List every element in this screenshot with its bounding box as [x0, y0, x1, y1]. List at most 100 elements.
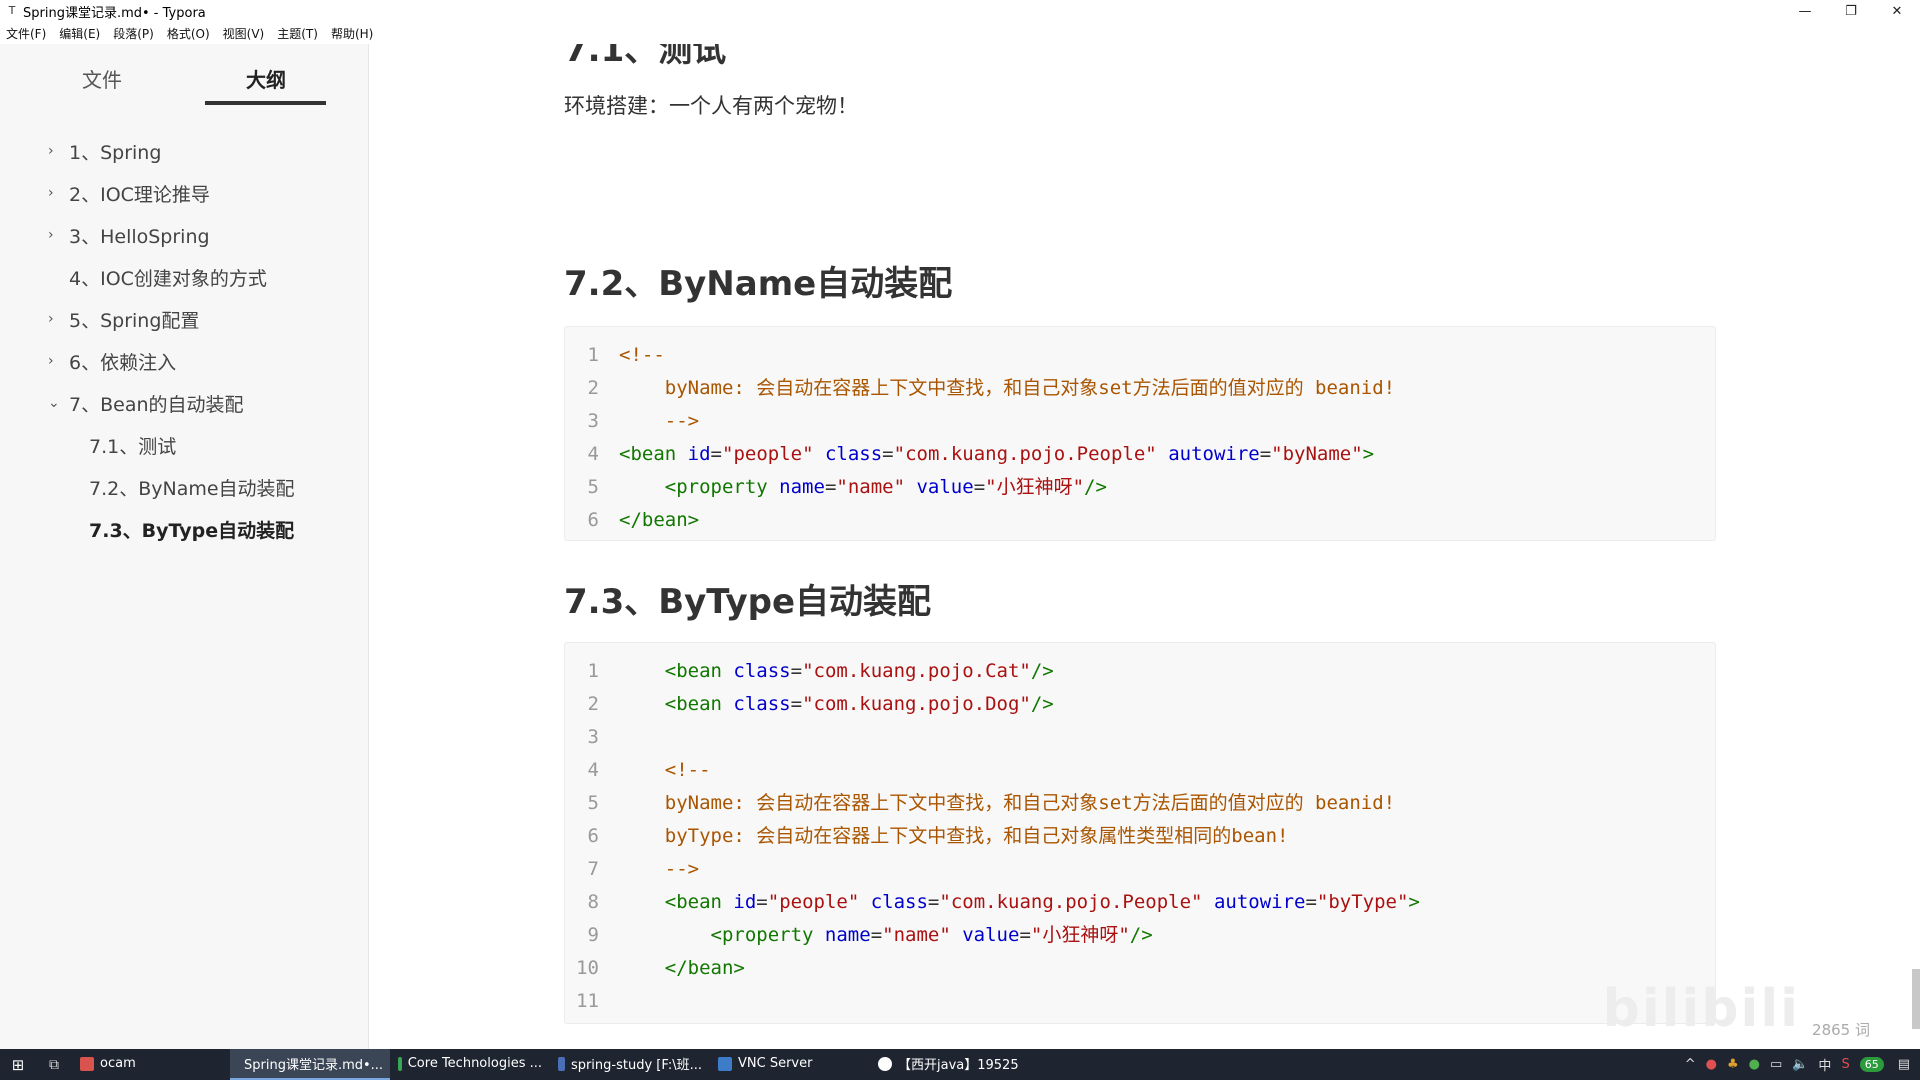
security-icon[interactable]: ● — [1749, 1057, 1760, 1072]
menu-paragraph[interactable]: 段落(P) — [113, 25, 154, 42]
scrollbar-thumb[interactable] — [1912, 969, 1920, 1029]
editor[interactable]: 7.1、测试 环境搭建：一个人有两个宠物！ 7.2、ByName自动装配 1 <!… — [370, 44, 1920, 1049]
menu-theme[interactable]: 主题(T) — [277, 25, 318, 42]
code-text: --> — [619, 853, 699, 886]
code-token: "people" — [767, 891, 860, 913]
taskbar-item-label: ocam — [100, 1056, 136, 1071]
restore-button[interactable]: ❐ — [1828, 0, 1874, 22]
code-line[interactable]: 1 <!-- — [565, 339, 1715, 372]
code-token: <property — [619, 476, 768, 498]
code-text: <!-- — [619, 339, 665, 372]
code-line[interactable]: 5 <property name="name" value="小狂神呀"/> — [565, 471, 1715, 504]
code-token: = — [927, 891, 940, 913]
code-token: <!-- — [619, 759, 711, 781]
menu-file[interactable]: 文件(F) — [6, 25, 46, 42]
taskbar-item-ocam[interactable]: ocam — [72, 1049, 230, 1080]
code-line[interactable]: 10 </bean> — [565, 952, 1715, 985]
system-tray: ^ ● ♣ ● ▭ 🔈 中 S 65 ▤ — [1675, 1049, 1920, 1080]
outline-item-bytype[interactable]: 7.3、ByType自动装配 — [0, 508, 369, 550]
chevron-down-icon[interactable]: ⌄ — [48, 395, 62, 411]
menu-view[interactable]: 视图(V) — [223, 25, 265, 42]
taskbar-item-java-live[interactable]: 【西开java】19525 — [870, 1049, 1030, 1080]
network-icon[interactable]: ▭ — [1770, 1057, 1782, 1072]
code-line[interactable]: 5 byName: 会自动在容器上下文中查找，和自己对象set方法后面的值对应的… — [565, 787, 1715, 820]
menu-edit[interactable]: 编辑(E) — [59, 25, 100, 42]
code-line[interactable]: 3 --> — [565, 405, 1715, 438]
code-token: = — [973, 476, 986, 498]
line-number: 8 — [587, 891, 599, 913]
line-number: 4 — [587, 443, 599, 465]
bilibili-watermark: bilibili — [1602, 979, 1800, 1039]
window-controls: — ❐ ✕ — [1782, 0, 1920, 22]
code-block-byname[interactable]: 1 <!-- 2 byName: 会自动在容器上下文中查找，和自己对象set方法后面… — [564, 326, 1716, 541]
input-method-icon[interactable]: 中 — [1818, 1055, 1831, 1074]
code-token: /> — [1084, 476, 1107, 498]
sogou-icon[interactable]: S — [1841, 1057, 1849, 1072]
code-token: autowire — [1168, 443, 1260, 465]
code-line[interactable]: 4 <!-- — [565, 754, 1715, 787]
windows-start-icon[interactable]: ⊞ — [0, 1049, 36, 1080]
code-token: class — [870, 891, 928, 913]
tab-files[interactable]: 文件 — [82, 64, 122, 93]
chevron-right-icon[interactable]: › — [48, 353, 62, 369]
code-line[interactable]: 3 — [565, 721, 1715, 754]
app-tray-icon[interactable]: ♣ — [1727, 1057, 1739, 1072]
chevron-right-icon[interactable]: › — [48, 185, 62, 201]
taskbar-item-label: spring-study [F:\班... — [570, 1058, 702, 1073]
code-line[interactable]: 11 — [565, 985, 1715, 1018]
ocam-icon — [80, 1056, 94, 1071]
outline-list: › 1、Spring › 2、IOC理论推导 › 3、HelloSpring 4… — [0, 130, 369, 550]
chevron-right-icon[interactable]: › — [48, 311, 62, 327]
taskbar-item-typora[interactable]: Spring课堂记录.md•... — [230, 1049, 390, 1080]
code-block-bytype[interactable]: 1 <bean class="com.kuang.pojo.Cat"/> 2 <b… — [564, 642, 1716, 1024]
code-line[interactable]: 2 <bean class="com.kuang.pojo.Dog"/> — [565, 688, 1715, 721]
outline-item-di[interactable]: › 6、依赖注入 — [0, 340, 369, 382]
close-button[interactable]: ✕ — [1874, 0, 1920, 22]
volume-icon[interactable]: 🔈 — [1792, 1057, 1808, 1072]
code-token: = — [710, 443, 722, 465]
heading-7-2: 7.2、ByName自动装配 — [564, 264, 953, 304]
taskbar-item-idea[interactable]: spring-study [F:\班... — [550, 1049, 710, 1080]
code-token: > — [1362, 443, 1375, 465]
word-count[interactable]: 2865 词 — [1812, 1019, 1870, 1040]
paragraph-env: 环境搭建：一个人有两个宠物！ — [564, 94, 858, 118]
code-token: class — [824, 443, 883, 465]
outline-item-ioc-theory[interactable]: › 2、IOC理论推导 — [0, 172, 369, 214]
line-number: 6 — [587, 825, 599, 847]
outline-item-spring-config[interactable]: › 5、Spring配置 — [0, 298, 369, 340]
tray-expand-icon[interactable]: ^ — [1685, 1057, 1696, 1072]
action-center-icon[interactable]: ▤ — [1898, 1057, 1910, 1072]
minimize-button[interactable]: — — [1782, 0, 1828, 22]
chevron-right-icon[interactable]: › — [48, 227, 62, 243]
task-view-icon[interactable]: ⧉ — [36, 1049, 72, 1080]
code-token: id — [687, 443, 711, 465]
outline-item-ioc-create[interactable]: 4、IOC创建对象的方式 — [0, 256, 369, 298]
taskbar-item-chrome[interactable]: Core Technologies ... — [390, 1049, 550, 1080]
notification-count-badge[interactable]: 65 — [1859, 1057, 1884, 1072]
tab-outline[interactable]: 大纲 — [246, 64, 286, 93]
menu-help[interactable]: 帮助(H) — [331, 25, 373, 42]
outline-item-byname[interactable]: 7.2、ByName自动装配 — [0, 466, 369, 508]
code-token: <!-- — [619, 344, 665, 366]
outline-item-test[interactable]: 7.1、测试 — [0, 424, 369, 466]
code-text: <property name="name" value="小狂神呀"/> — [619, 471, 1107, 504]
code-line[interactable]: 6 </bean> — [565, 504, 1715, 537]
menu-format[interactable]: 格式(O) — [167, 25, 210, 42]
record-icon[interactable]: ● — [1706, 1057, 1717, 1072]
live-icon — [878, 1056, 892, 1071]
taskbar-item-vnc[interactable]: VNC Server — [710, 1049, 870, 1080]
outline-item-hellospring[interactable]: › 3、HelloSpring — [0, 214, 369, 256]
code-line[interactable]: 1 <bean class="com.kuang.pojo.Cat"/> — [565, 655, 1715, 688]
code-token: <property — [619, 924, 814, 946]
code-line[interactable]: 2 byName: 会自动在容器上下文中查找，和自己对象set方法后面的值对应的… — [565, 372, 1715, 405]
code-line[interactable]: 7 --> — [565, 853, 1715, 886]
code-line[interactable]: 8 <bean id="people" class="com.kuang.poj… — [565, 886, 1715, 919]
code-line[interactable]: 9 <property name="name" value="小狂神呀"/> — [565, 919, 1715, 952]
code-line[interactable]: 4 <bean id="people" class="com.kuang.pojo… — [565, 438, 1715, 471]
outline-item-spring[interactable]: › 1、Spring — [0, 130, 369, 172]
code-line[interactable]: 6 byType: 会自动在容器上下文中查找，和自己对象属性类型相同的bean! — [565, 820, 1715, 853]
chevron-right-icon[interactable]: › — [48, 143, 62, 159]
line-number: 2 — [587, 377, 599, 399]
outline-item-autowire[interactable]: ⌄ 7、Bean的自动装配 — [0, 382, 369, 424]
